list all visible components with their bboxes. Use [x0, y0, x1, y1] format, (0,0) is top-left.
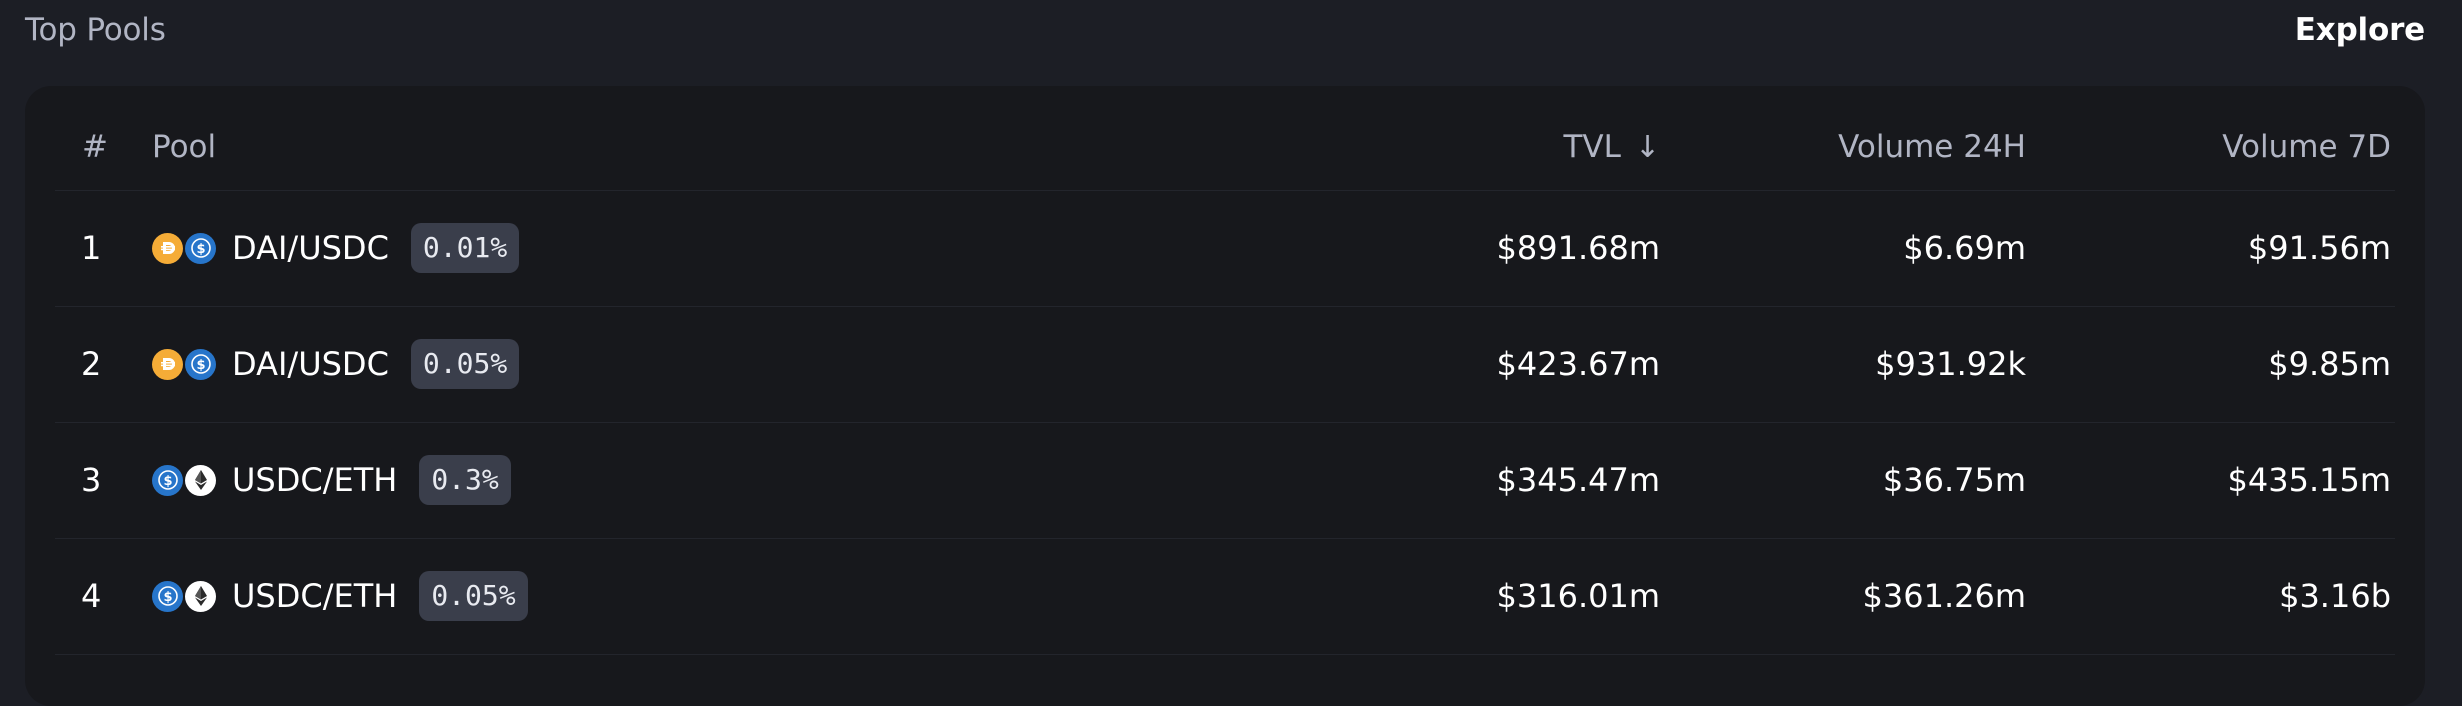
svg-text:$: $: [163, 474, 172, 489]
pool-pair-name: USDC/ETH: [232, 461, 398, 499]
pool-pair-name: USDC/ETH: [232, 577, 398, 615]
row-number: 2: [81, 345, 102, 383]
tvl-value: $316.01m: [1496, 577, 1661, 615]
tvl-header-label: TVL: [1563, 129, 1621, 165]
table-row[interactable]: 4 $ USDC/ETH 0.05% $316.01m $361.26m $3.16b: [55, 538, 2395, 655]
row-number: 4: [81, 577, 102, 615]
pool-pair-name: DAI/USDC: [232, 345, 389, 383]
column-header-tvl[interactable]: TVL ↓: [1563, 104, 1660, 190]
volume-24h-value: $361.26m: [1862, 577, 2027, 615]
row-number: 1: [81, 229, 102, 267]
volume-24h-value: $6.69m: [1903, 229, 2026, 267]
dai-token-icon: [152, 348, 183, 380]
usdc-token-icon: $: [185, 348, 216, 380]
column-header-volume-24h[interactable]: Volume 24H: [1838, 104, 2026, 190]
pool-cell[interactable]: $ USDC/ETH 0.3%: [152, 422, 511, 538]
volume-24h-value: $36.75m: [1882, 461, 2026, 499]
usdc-token-icon: $: [185, 232, 216, 264]
eth-token-icon: [185, 580, 216, 612]
arrow-down-icon: ↓: [1634, 129, 1660, 165]
table-row[interactable]: 2 $ DAI/USDC 0.05% $423.67m $931.92k $9.85m: [55, 306, 2395, 423]
column-header-pool: Pool: [152, 129, 217, 165]
fee-tier-badge: 0.3%: [419, 455, 511, 505]
explore-link[interactable]: Explore: [2295, 12, 2425, 48]
table-row[interactable]: 3 $ USDC/ETH 0.3% $345.47m $36.75m $435.15m: [55, 422, 2395, 539]
svg-text:$: $: [196, 358, 205, 373]
column-header-volume-7d[interactable]: Volume 7D: [2222, 104, 2391, 190]
pool-cell[interactable]: $ DAI/USDC 0.01%: [152, 190, 520, 306]
column-header-number: #: [82, 129, 108, 165]
usdc-token-icon: $: [152, 580, 183, 612]
volume-7d-value: $3.16b: [2279, 577, 2391, 615]
row-number: 3: [81, 461, 102, 499]
section-title: Top Pools: [25, 12, 166, 48]
dai-token-icon: [152, 232, 183, 264]
pool-cell[interactable]: $ USDC/ETH 0.05%: [152, 538, 528, 654]
tvl-value: $891.68m: [1496, 229, 1661, 267]
token-pair-icons: $: [152, 464, 216, 496]
tvl-value: $423.67m: [1496, 345, 1661, 383]
tvl-value: $345.47m: [1496, 461, 1661, 499]
volume-7d-value: $435.15m: [2227, 461, 2392, 499]
eth-token-icon: [185, 464, 216, 496]
table-header: # Pool TVL ↓ Volume 24H Volume 7D: [55, 104, 2395, 191]
token-pair-icons: $: [152, 232, 216, 264]
pool-pair-name: DAI/USDC: [232, 229, 389, 267]
token-pair-icons: $: [152, 580, 216, 612]
pools-table: # Pool TVL ↓ Volume 24H Volume 7D 1 $ DA…: [25, 86, 2425, 706]
fee-tier-badge: 0.01%: [410, 223, 520, 273]
table-row[interactable]: 1 $ DAI/USDC 0.01% $891.68m $6.69m $91.56m: [55, 190, 2395, 307]
volume-24h-value: $931.92k: [1875, 345, 2026, 383]
svg-text:$: $: [163, 590, 172, 605]
fee-tier-badge: 0.05%: [419, 571, 528, 621]
volume-7d-value: $91.56m: [2247, 229, 2391, 267]
fee-tier-badge: 0.05%: [410, 339, 520, 389]
volume-7d-value: $9.85m: [2268, 345, 2391, 383]
svg-text:$: $: [196, 242, 205, 257]
pool-cell[interactable]: $ DAI/USDC 0.05%: [152, 306, 520, 422]
top-pools-header: Top Pools Explore: [25, 0, 2425, 68]
usdc-token-icon: $: [152, 464, 183, 496]
token-pair-icons: $: [152, 348, 216, 380]
